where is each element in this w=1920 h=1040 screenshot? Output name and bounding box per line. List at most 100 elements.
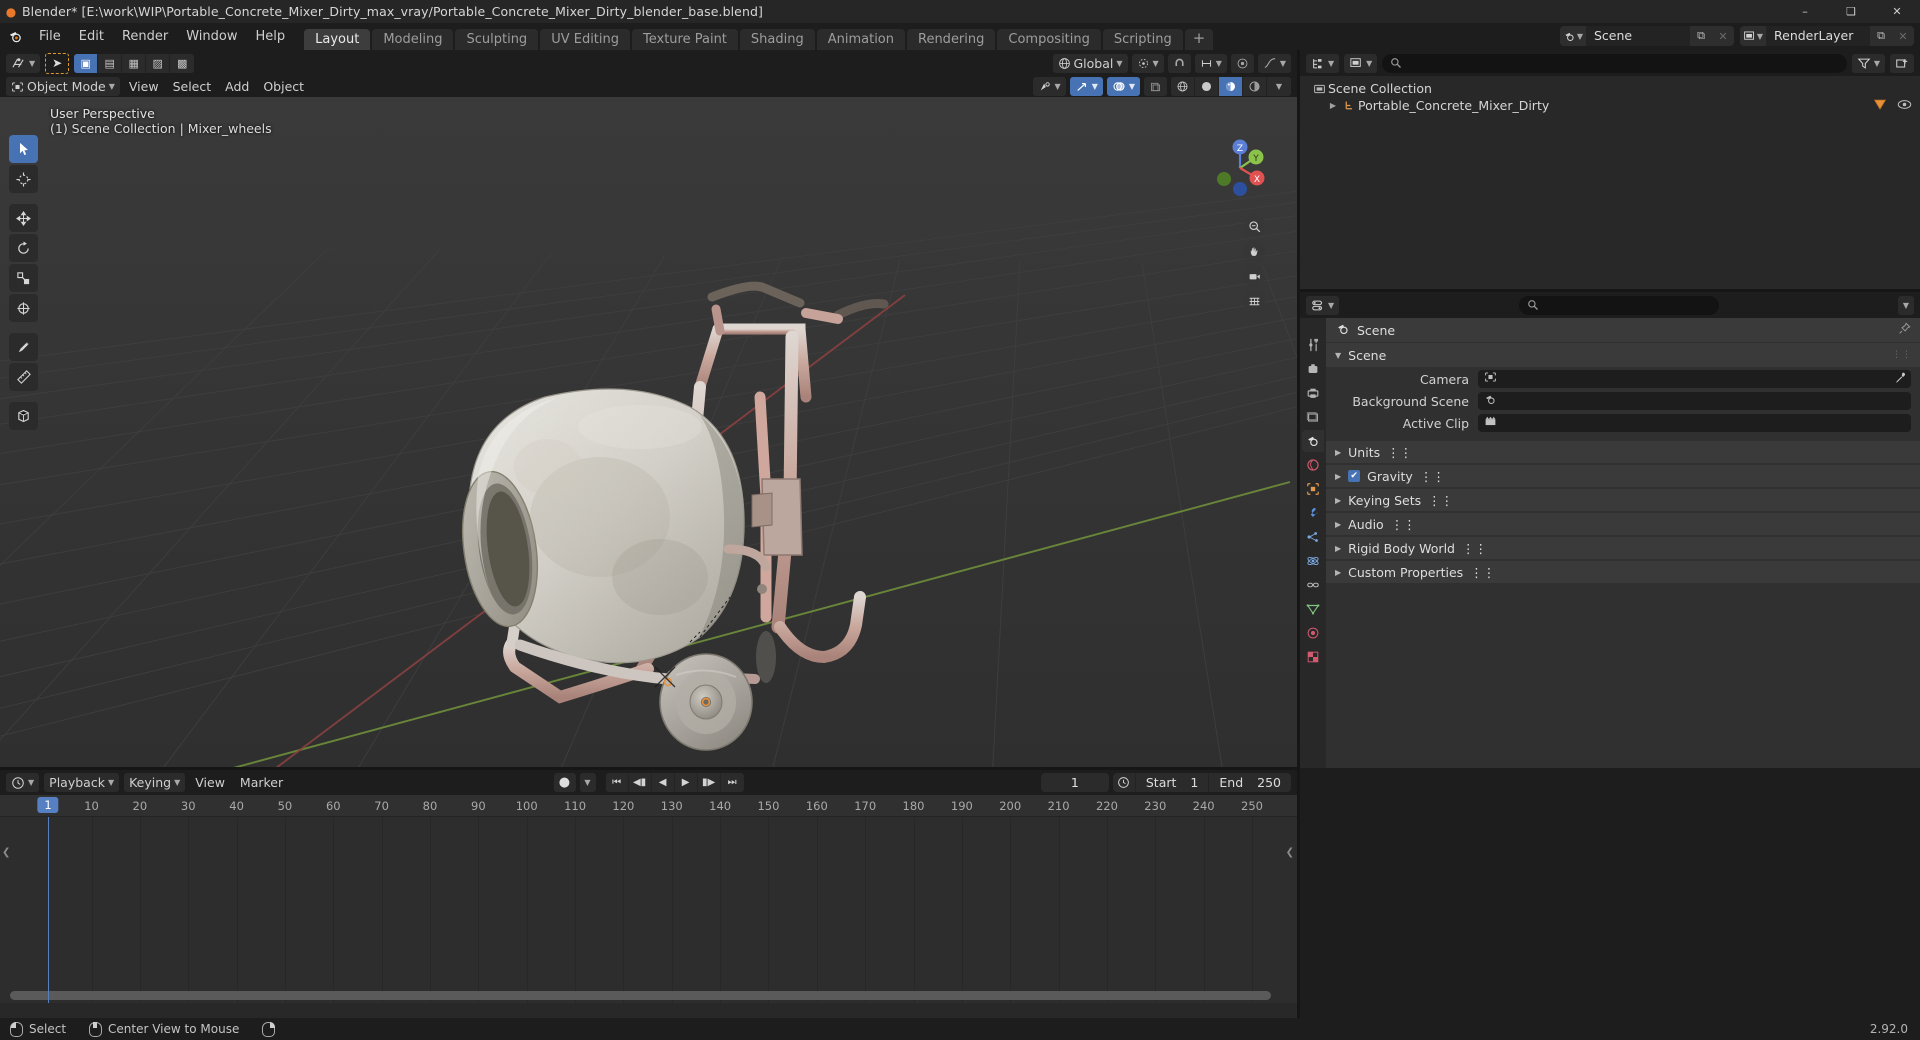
select-subtract-mode[interactable]: ▦ xyxy=(122,53,147,73)
measure-tool-button[interactable] xyxy=(9,363,38,391)
play-button[interactable]: ▶ xyxy=(675,773,698,792)
rendered-shading-button[interactable] xyxy=(1243,77,1267,96)
outliner-row-scene-collection[interactable]: Scene Collection xyxy=(1300,80,1920,97)
jump-to-end-button[interactable]: ⏭ xyxy=(721,773,744,792)
tab-scripting[interactable]: Scripting xyxy=(1102,29,1183,50)
proportional-edit-icon[interactable] xyxy=(1230,53,1254,73)
viewport-menu-add[interactable]: Add xyxy=(220,77,254,96)
pin-icon[interactable] xyxy=(1898,322,1911,338)
snap-target-selector[interactable]: ▼ xyxy=(1194,53,1227,73)
tab-uv-editing[interactable]: UV Editing xyxy=(540,29,631,50)
scene-name-field[interactable]: Scene xyxy=(1586,26,1690,46)
move-tool-button[interactable] xyxy=(9,204,38,232)
select-extend-mode[interactable]: ▤ xyxy=(98,53,123,73)
units-panel-header[interactable]: ▶ Units ⋮⋮ xyxy=(1326,441,1920,463)
scene-panel-header[interactable]: ▼ Scene ⋮⋮ xyxy=(1326,343,1920,367)
material-preview-shading-button[interactable] xyxy=(1219,77,1243,96)
timeline-right-panel-toggle[interactable]: ❮ xyxy=(1286,847,1294,858)
zoom-icon[interactable] xyxy=(1243,215,1265,237)
current-frame-field[interactable]: 1 xyxy=(1040,773,1109,792)
hand-icon[interactable] xyxy=(1243,240,1265,262)
tab-shading[interactable]: Shading xyxy=(739,29,815,50)
expand-triangle-icon[interactable]: ▶ xyxy=(1335,520,1341,529)
expand-triangle-icon[interactable]: ▶ xyxy=(1335,448,1341,457)
timeline-scroll-thumb[interactable] xyxy=(10,991,1271,1000)
overlays-toggle[interactable]: ▼ xyxy=(1106,77,1140,96)
rigid-body-world-panel-header[interactable]: ▶ Rigid Body World ⋮⋮ xyxy=(1326,537,1920,559)
viewport-menu-select[interactable]: Select xyxy=(168,77,217,96)
outliner-editor[interactable]: ▼ ▼ ▼ Scene Collection ▶ Portable_Concre… xyxy=(1300,50,1920,290)
tab-animation[interactable]: Animation xyxy=(816,29,905,50)
viewport-outliner-splitter[interactable] xyxy=(1297,50,1300,1018)
tab-rendering[interactable]: Rendering xyxy=(907,29,996,50)
menu-window[interactable]: Window xyxy=(177,27,246,47)
properties-editor-type-selector[interactable]: ▼ xyxy=(1306,295,1340,315)
outliner-row-object[interactable]: ▶ Portable_Concrete_Mixer_Dirty xyxy=(1300,97,1920,114)
timeline-horizontal-scrollbar[interactable] xyxy=(0,991,1297,1000)
custom-properties-panel-header[interactable]: ▶ Custom Properties ⋮⋮ xyxy=(1326,561,1920,583)
mesh-data-icon[interactable] xyxy=(1873,98,1887,114)
outliner-filter-icon[interactable]: ▼ xyxy=(1851,53,1885,73)
viewport-canvas[interactable]: User Perspective (1) Scene Collection | … xyxy=(0,97,1297,768)
properties-search-input[interactable] xyxy=(1518,295,1719,315)
timeline-left-panel-toggle[interactable]: ❮ xyxy=(2,847,10,858)
grid-icon[interactable] xyxy=(1243,290,1265,312)
maximize-button[interactable]: ❑ xyxy=(1828,0,1874,23)
collapse-triangle-icon[interactable]: ▼ xyxy=(1335,351,1341,360)
jump-to-start-button[interactable]: ⏮ xyxy=(606,773,629,792)
record-icon[interactable]: ● xyxy=(553,773,576,792)
playback-menu[interactable]: Playback ▼ xyxy=(44,773,120,792)
xray-toggle[interactable] xyxy=(1144,77,1167,96)
tab-layout[interactable]: Layout xyxy=(304,29,371,50)
menu-edit[interactable]: Edit xyxy=(70,27,113,47)
timeline-menu-marker[interactable]: Marker xyxy=(235,773,288,792)
outliner-editor-type-selector[interactable]: ▼ xyxy=(1306,53,1340,73)
start-frame-field[interactable]: Start 1 xyxy=(1134,773,1209,792)
viewlayer-selector[interactable]: ▼ RenderLayer ⧉ ✕ xyxy=(1740,26,1914,46)
transform-orientation-selector[interactable]: Global ▼ xyxy=(1052,53,1128,73)
expand-triangle-icon[interactable]: ▶ xyxy=(1326,101,1340,110)
select-tool-icon[interactable]: ➤ xyxy=(45,52,70,74)
texture-tab[interactable] xyxy=(1302,646,1324,668)
outliner-search-input[interactable] xyxy=(1382,53,1847,73)
tab-texture-paint[interactable]: Texture Paint xyxy=(632,29,738,50)
camera-icon[interactable] xyxy=(1243,265,1265,287)
gravity-panel-header[interactable]: ▶ ✔ Gravity ⋮⋮ xyxy=(1326,465,1920,487)
expand-triangle-icon[interactable]: ▶ xyxy=(1335,472,1341,481)
close-button[interactable]: ✕ xyxy=(1874,0,1920,23)
tab-compositing[interactable]: Compositing xyxy=(997,29,1101,50)
timeline-menu-view[interactable]: View xyxy=(190,773,230,792)
timeline-editor[interactable]: ▼ Playback ▼ Keying ▼ View Marker ● ▼ ⏮ … xyxy=(0,770,1297,1018)
physics-tab[interactable] xyxy=(1302,550,1324,572)
object-mode-selector[interactable]: Object Mode ▼ xyxy=(6,77,120,96)
background-scene-field[interactable] xyxy=(1478,392,1911,410)
wireframe-shading-button[interactable] xyxy=(1171,77,1195,96)
unlink-scene-button[interactable]: ✕ xyxy=(1712,26,1734,46)
end-frame-field[interactable]: End 250 xyxy=(1208,773,1291,792)
timeline-ruler[interactable]: 10 20 30 40 50 60 70 80 90 100 110 120 130 140 150 160 1… xyxy=(0,795,1297,817)
timeline-editor-type-selector[interactable]: ▼ xyxy=(6,773,40,792)
expand-triangle-icon[interactable]: ▶ xyxy=(1335,496,1341,505)
select-set-mode[interactable]: ▣ xyxy=(74,53,99,73)
tab-sculpting[interactable]: Sculpting xyxy=(455,29,539,50)
cursor-tool-button[interactable] xyxy=(9,165,38,193)
object-tab[interactable] xyxy=(1302,478,1324,500)
snap-pivot-selector[interactable]: ▼ xyxy=(1131,53,1164,73)
active-clip-field[interactable] xyxy=(1478,414,1911,432)
viewlayer-name-field[interactable]: RenderLayer xyxy=(1766,26,1870,46)
outliner-properties-splitter[interactable] xyxy=(1300,289,1920,292)
snap-magnet-icon[interactable] xyxy=(1167,53,1191,73)
particles-tab[interactable] xyxy=(1302,526,1324,548)
menu-render[interactable]: Render xyxy=(113,27,177,47)
falloff-curve-icon[interactable]: ▼ xyxy=(1257,53,1291,73)
audio-panel-header[interactable]: ▶ Audio ⋮⋮ xyxy=(1326,513,1920,535)
tweak-tool-button[interactable] xyxy=(9,135,38,163)
play-reverse-button[interactable]: ◀ xyxy=(652,773,675,792)
add-workspace-button[interactable]: + xyxy=(1184,29,1214,50)
gravity-checkbox[interactable]: ✔ xyxy=(1348,470,1361,482)
output-tab[interactable] xyxy=(1302,382,1324,404)
modifier-tab[interactable] xyxy=(1302,502,1324,524)
remove-viewlayer-button[interactable]: ✕ xyxy=(1892,26,1914,46)
annotate-tool-button[interactable] xyxy=(9,333,38,361)
minimize-button[interactable]: – xyxy=(1782,0,1828,23)
